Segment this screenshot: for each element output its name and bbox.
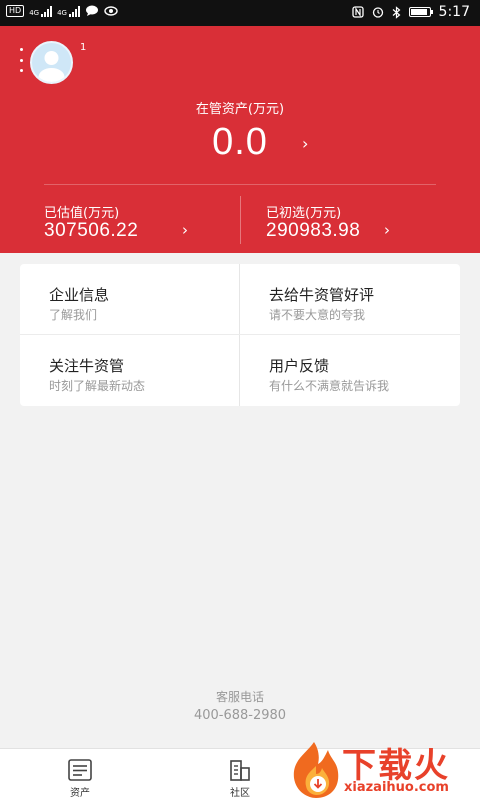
user-avatar[interactable] [30, 41, 73, 84]
menu-item-title: 企业信息 [49, 286, 110, 304]
menu-item-subtitle: 有什么不满意就告诉我 [269, 379, 390, 393]
watermark-url: xiazaihuo.com [344, 780, 449, 795]
stats-divider [240, 196, 241, 244]
menu-item-title: 去给牛资管好评 [269, 286, 375, 304]
menu-company-info[interactable]: 企业信息 了解我们 [20, 264, 239, 334]
tab-label: 资产 [70, 788, 90, 799]
document-icon [68, 759, 92, 781]
tab-label: 社区 [230, 788, 250, 799]
aum-value[interactable]: 0.0 [0, 121, 480, 164]
service-phone-number[interactable]: 400-688-2980 [0, 708, 480, 723]
menu-follow[interactable]: 关注牛资管 时刻了解最新动态 [20, 335, 239, 405]
nfc-icon [351, 6, 364, 18]
buildings-icon [230, 760, 250, 781]
status-left: HD 4G 4G [6, 5, 118, 17]
asset-header: 1 在管资产(万元) 0.0 › 已估值(万元) 307506.22 › 已初选… [0, 26, 480, 253]
network-type-label: 4G [29, 8, 40, 17]
preselected-chevron-right-icon[interactable]: › [384, 221, 390, 239]
aum-label: 在管资产(万元) [195, 102, 285, 117]
menu-item-title: 用户反馈 [269, 357, 330, 375]
aum-chevron-right-icon[interactable]: › [302, 134, 308, 153]
menu-grid: 企业信息 了解我们 去给牛资管好评 请不要大意的夸我 关注牛资管 时刻了解最新动… [20, 264, 460, 406]
signal-icon: 4G [29, 5, 53, 17]
bluetooth-icon [392, 5, 400, 19]
signal-icon-2: 4G [57, 5, 80, 17]
battery-fill [410, 9, 427, 15]
watermark-logo: 下载火 xiazaihuo.com [284, 736, 480, 800]
status-time: 5:17 [438, 4, 470, 20]
battery-icon [408, 7, 433, 17]
menu-item-subtitle: 了解我们 [49, 308, 98, 322]
tab-assets[interactable]: 资产 [40, 749, 120, 800]
alarm-icon [372, 7, 383, 18]
status-right: 5:17 [351, 4, 470, 20]
menu-item-subtitle: 请不要大意的夸我 [269, 308, 366, 322]
tab-community[interactable]: 社区 [200, 749, 280, 800]
avatar-person-icon [38, 51, 65, 82]
status-bar: HD 4G 4G 5:17 [0, 0, 480, 26]
flame-download-icon [293, 742, 339, 798]
header-divider [44, 184, 436, 185]
menu-item-subtitle: 时刻了解最新动态 [49, 379, 146, 393]
valued-chevron-right-icon[interactable]: › [182, 221, 188, 239]
valued-label: 已估值(万元) [44, 206, 120, 221]
preselected-amount[interactable]: 290983.98 [266, 220, 360, 242]
menu-item-title: 关注牛资管 [49, 357, 125, 375]
menu-rate-app[interactable]: 去给牛资管好评 请不要大意的夸我 [240, 264, 459, 334]
preselected-label: 已初选(万元) [266, 206, 342, 221]
hd-indicator: HD [6, 5, 25, 17]
valued-amount[interactable]: 307506.22 [44, 220, 138, 242]
eye-icon [104, 6, 118, 16]
service-phone-label: 客服电话 [215, 690, 264, 704]
more-menu-icon[interactable] [18, 48, 24, 72]
menu-feedback[interactable]: 用户反馈 有什么不满意就告诉我 [240, 335, 459, 405]
avatar-badge: 1 [80, 42, 87, 53]
network-type-label-2: 4G [57, 8, 67, 17]
message-icon [85, 5, 98, 16]
